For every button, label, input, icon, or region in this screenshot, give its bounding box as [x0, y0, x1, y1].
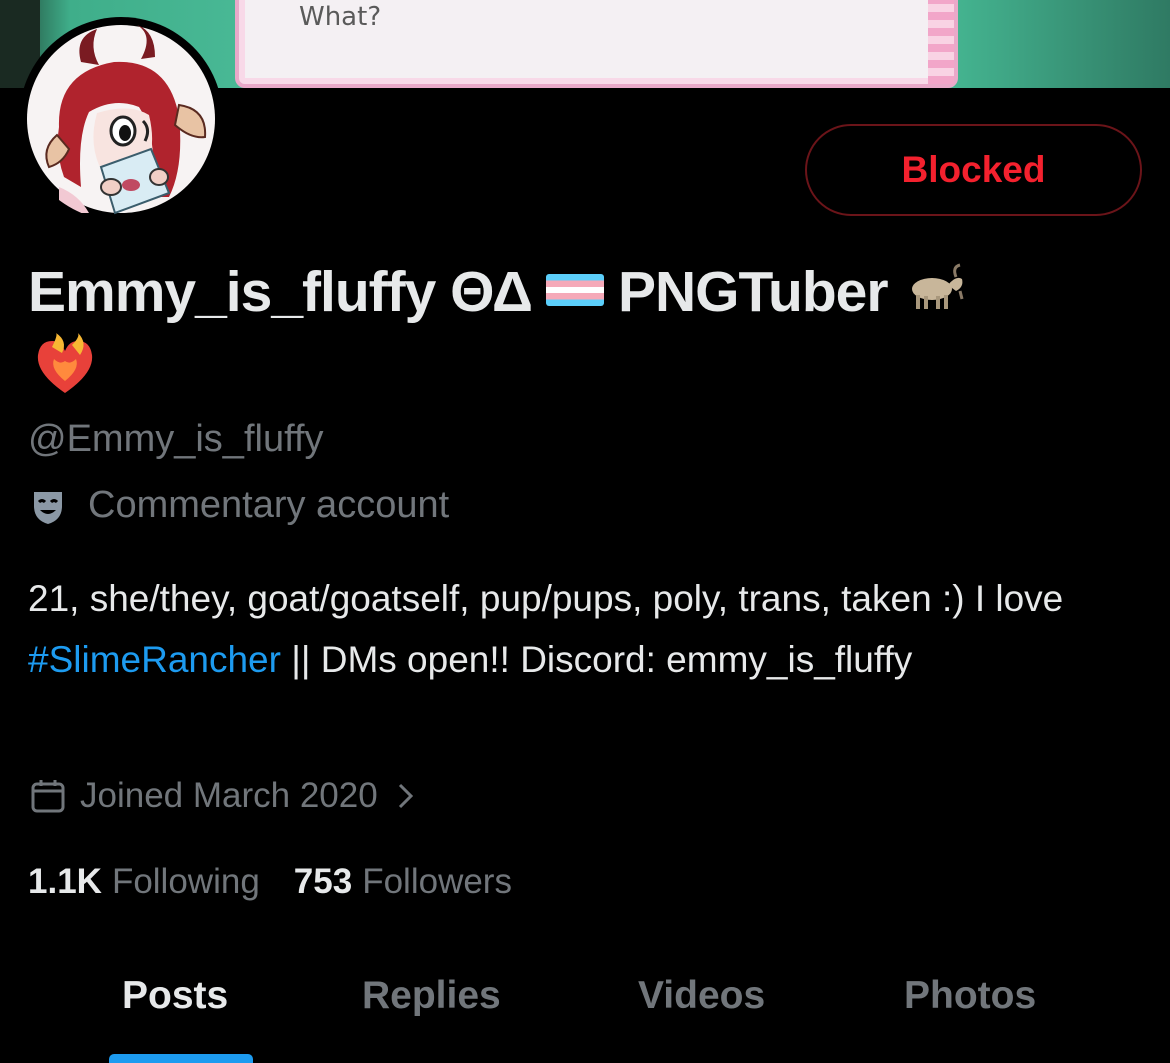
tab-videos[interactable]: Videos — [638, 974, 765, 1018]
following-label: Following — [111, 862, 260, 901]
bio-text-start: 21, she/they, goat/goatself, pup/pups, p… — [28, 578, 1064, 619]
following-count: 1.1K — [28, 862, 102, 901]
avatar-image — [27, 25, 215, 215]
transgender-flag-icon — [545, 273, 604, 306]
active-tab-indicator — [109, 1054, 253, 1063]
followers-link[interactable]: 753 Followers — [294, 862, 512, 902]
followers-label: Followers — [362, 862, 512, 901]
profile-bio: 21, she/they, goat/goatself, pup/pups, p… — [28, 568, 1128, 690]
tab-replies[interactable]: Replies — [362, 974, 501, 1018]
blocked-button[interactable]: Blocked — [805, 124, 1142, 216]
bio-text-end: || DMs open!! Discord: emmy_is_fluffy — [280, 639, 913, 680]
avatar[interactable] — [19, 17, 223, 221]
account-label: Commentary account — [28, 484, 449, 527]
chevron-right-icon — [398, 783, 413, 809]
goat-icon — [904, 252, 966, 332]
tab-posts[interactable]: Posts — [122, 974, 228, 1018]
calendar-icon — [31, 780, 65, 813]
performing-arts-mask-icon — [34, 491, 62, 524]
bio-hashtag-link[interactable]: #SlimeRancher — [28, 639, 281, 680]
profile-tabs: Posts Replies Videos Photos — [0, 960, 1170, 1063]
display-name: Emmy_is_fluffy ΘΔ PNGTuber — [28, 248, 1138, 332]
following-link[interactable]: 1.1K Following — [28, 862, 260, 902]
display-name-suffix: PNGTuber — [617, 259, 889, 324]
followers-count: 753 — [293, 862, 353, 901]
banner-dialog-box: What? — [235, 0, 958, 88]
account-label-text: Commentary account — [88, 484, 450, 526]
joined-date-text: Joined March 2020 — [80, 776, 378, 815]
display-name-text: Emmy_is_fluffy ΘΔ — [28, 259, 533, 324]
banner-dialog-strip — [928, 0, 954, 84]
follow-stats: 1.1K Following 753 Followers — [28, 862, 512, 902]
banner-dialog-text: What? — [299, 2, 382, 32]
joined-date-row[interactable]: Joined March 2020 — [30, 776, 416, 816]
tab-photos[interactable]: Photos — [904, 974, 1036, 1018]
user-handle: @Emmy_is_fluffy — [28, 418, 324, 460]
heart-on-fire-icon — [32, 333, 98, 400]
